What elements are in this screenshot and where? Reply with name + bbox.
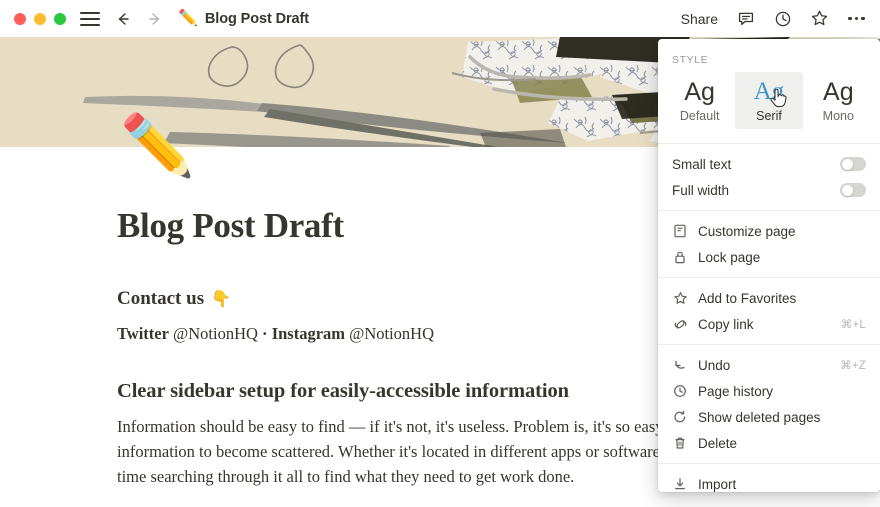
menu-item-import[interactable]: Import (658, 471, 880, 492)
share-button[interactable]: Share (681, 11, 718, 27)
style-name-serif: Serif (756, 109, 782, 124)
arrow-left-icon[interactable] (114, 10, 132, 28)
import-icon (672, 476, 688, 492)
separator: · (262, 323, 268, 343)
close-button[interactable] (14, 12, 26, 25)
menu-item-customize-page[interactable]: Customize page (658, 218, 880, 244)
menu-group-transfer: Import Export (658, 464, 880, 492)
titlebar: ✏️ Blog Post Draft Share (0, 0, 880, 37)
trash-icon (672, 435, 688, 451)
menu-label: Customize page (698, 223, 796, 239)
navigation-arrows (114, 10, 164, 28)
clock-history-icon (672, 383, 688, 399)
menu-label: Undo (698, 357, 731, 373)
titlebar-actions: Share (681, 9, 866, 28)
title-emoji: ✏️ (178, 9, 198, 27)
contact-heading-text: Contact us (117, 287, 205, 309)
style-option-mono[interactable]: Ag Mono (805, 72, 872, 129)
style-section-label: STYLE (672, 54, 709, 66)
menu-item-page-history[interactable]: Page history (658, 378, 880, 404)
twitter-handle[interactable]: @NotionHQ (173, 324, 258, 343)
page-icon-emoji[interactable]: ✏️ (120, 116, 195, 176)
star-icon (672, 290, 688, 306)
minimize-button[interactable] (34, 12, 46, 25)
page-title-breadcrumb[interactable]: Blog Post Draft (205, 11, 309, 27)
menu-label: Import (698, 476, 737, 492)
star-icon[interactable] (810, 9, 829, 28)
menu-item-undo[interactable]: Undo ⌘+Z (658, 352, 880, 378)
zoom-button[interactable] (54, 12, 66, 25)
style-options-row: Ag Default Ag Serif Ag Mono (658, 68, 880, 137)
menu-group-page: Customize page Lock page (658, 211, 880, 277)
menu-label: Show deleted pages (698, 409, 821, 425)
full-width-label: Full width (672, 182, 730, 198)
menu-item-lock-page[interactable]: Lock page (658, 244, 880, 270)
menu-label: Lock page (698, 249, 761, 265)
menu-label: Copy link (698, 316, 754, 332)
notion-window: ✏️ Blog Post Draft Share ✏️ Blog Post Dr… (0, 0, 880, 507)
full-width-row[interactable]: Full width (658, 177, 880, 203)
comment-icon[interactable] (736, 9, 755, 28)
small-text-label: Small text (672, 156, 732, 172)
link-icon (672, 316, 688, 332)
menu-label: Delete (698, 435, 738, 451)
window-traffic-lights (14, 12, 66, 25)
menu-group-history: Undo ⌘+Z Page history Show deleted pages (658, 345, 880, 463)
menu-label: Page history (698, 383, 774, 399)
menu-label: Add to Favorites (698, 290, 797, 306)
menu-shortcut: ⌘+Z (840, 360, 866, 373)
clock-icon[interactable] (773, 9, 792, 28)
style-name-mono: Mono (822, 109, 854, 124)
twitter-label: Twitter (117, 323, 169, 343)
restore-icon (672, 409, 688, 425)
point-down-emoji: 👇 (211, 289, 232, 308)
small-text-row[interactable]: Small text (658, 151, 880, 177)
instagram-label: Instagram (271, 323, 346, 343)
style-sample-serif: Ag (753, 78, 785, 105)
menu-group-share: Add to Favorites Copy link ⌘+L (658, 278, 880, 344)
style-sample-mono: Ag (823, 78, 854, 106)
style-sample-default: Ag (684, 78, 715, 106)
menu-item-add-to-favorites[interactable]: Add to Favorites (658, 285, 880, 311)
lock-icon (672, 249, 688, 265)
menu-item-copy-link[interactable]: Copy link ⌘+L (658, 311, 880, 337)
instagram-handle[interactable]: @NotionHQ (349, 324, 434, 343)
full-width-toggle[interactable] (840, 183, 866, 198)
style-option-serif[interactable]: Ag Serif (735, 72, 803, 130)
hamburger-icon[interactable] (80, 11, 100, 26)
toggles-section: Small text Full width (658, 144, 880, 210)
style-name-default: Default (679, 109, 720, 124)
more-horizontal-icon[interactable] (847, 9, 866, 28)
menu-item-delete[interactable]: Delete (658, 430, 880, 456)
page-options-menu: STYLE Ag Default Ag Serif Ag Mono Small … (658, 39, 880, 492)
page-customize-icon (672, 223, 688, 239)
menu-shortcut: ⌘+L (840, 319, 866, 332)
undo-icon (672, 357, 688, 373)
small-text-toggle[interactable] (840, 157, 866, 172)
style-option-default[interactable]: Ag Default (666, 72, 733, 129)
style-section: STYLE Ag Default Ag Serif Ag Mono (658, 39, 880, 143)
arrow-right-icon[interactable] (146, 10, 164, 28)
menu-item-show-deleted-pages[interactable]: Show deleted pages (658, 404, 880, 430)
